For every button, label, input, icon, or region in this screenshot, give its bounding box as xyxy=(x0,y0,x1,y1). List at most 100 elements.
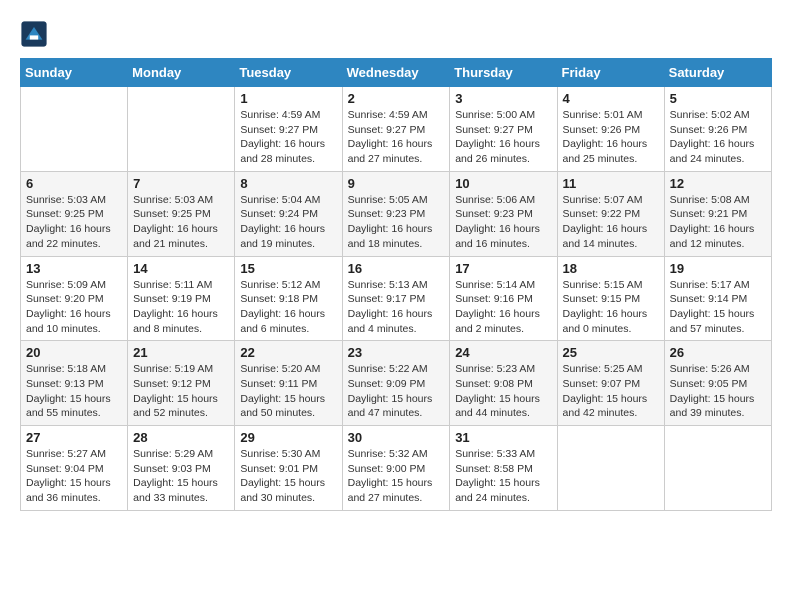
sunset-text: Sunset: 9:12 PM xyxy=(133,377,229,392)
daylight-text: Daylight: 15 hours and 33 minutes. xyxy=(133,476,229,505)
sunrise-text: Sunrise: 5:09 AM xyxy=(26,278,122,293)
sunrise-text: Sunrise: 4:59 AM xyxy=(240,108,336,123)
day-info: Sunrise: 5:26 AMSunset: 9:05 PMDaylight:… xyxy=(670,362,766,421)
calendar-day-cell: 8Sunrise: 5:04 AMSunset: 9:24 PMDaylight… xyxy=(235,171,342,256)
day-info: Sunrise: 5:11 AMSunset: 9:19 PMDaylight:… xyxy=(133,278,229,337)
daylight-text: Daylight: 16 hours and 12 minutes. xyxy=(670,222,766,251)
sunset-text: Sunset: 9:27 PM xyxy=(455,123,551,138)
calendar-day-cell: 22Sunrise: 5:20 AMSunset: 9:11 PMDayligh… xyxy=(235,341,342,426)
calendar-day-cell: 1Sunrise: 4:59 AMSunset: 9:27 PMDaylight… xyxy=(235,87,342,172)
day-number: 24 xyxy=(455,345,551,360)
day-info: Sunrise: 5:18 AMSunset: 9:13 PMDaylight:… xyxy=(26,362,122,421)
calendar-day-cell xyxy=(664,426,771,511)
sunset-text: Sunset: 9:04 PM xyxy=(26,462,122,477)
calendar-day-cell: 5Sunrise: 5:02 AMSunset: 9:26 PMDaylight… xyxy=(664,87,771,172)
daylight-text: Daylight: 15 hours and 24 minutes. xyxy=(455,476,551,505)
sunrise-text: Sunrise: 5:00 AM xyxy=(455,108,551,123)
day-number: 27 xyxy=(26,430,122,445)
sunset-text: Sunset: 9:17 PM xyxy=(348,292,445,307)
day-info: Sunrise: 5:12 AMSunset: 9:18 PMDaylight:… xyxy=(240,278,336,337)
calendar-day-cell: 23Sunrise: 5:22 AMSunset: 9:09 PMDayligh… xyxy=(342,341,450,426)
daylight-text: Daylight: 15 hours and 52 minutes. xyxy=(133,392,229,421)
day-number: 31 xyxy=(455,430,551,445)
daylight-text: Daylight: 15 hours and 39 minutes. xyxy=(670,392,766,421)
day-number: 9 xyxy=(348,176,445,191)
day-number: 7 xyxy=(133,176,229,191)
day-of-week-header: Thursday xyxy=(450,59,557,87)
day-of-week-header: Sunday xyxy=(21,59,128,87)
daylight-text: Daylight: 16 hours and 21 minutes. xyxy=(133,222,229,251)
daylight-text: Daylight: 16 hours and 22 minutes. xyxy=(26,222,122,251)
day-number: 21 xyxy=(133,345,229,360)
daylight-text: Daylight: 15 hours and 42 minutes. xyxy=(563,392,659,421)
day-number: 2 xyxy=(348,91,445,106)
day-number: 14 xyxy=(133,261,229,276)
sunset-text: Sunset: 9:26 PM xyxy=(670,123,766,138)
sunset-text: Sunset: 9:16 PM xyxy=(455,292,551,307)
day-of-week-header: Tuesday xyxy=(235,59,342,87)
day-info: Sunrise: 4:59 AMSunset: 9:27 PMDaylight:… xyxy=(348,108,445,167)
daylight-text: Daylight: 16 hours and 25 minutes. xyxy=(563,137,659,166)
day-info: Sunrise: 5:32 AMSunset: 9:00 PMDaylight:… xyxy=(348,447,445,506)
day-number: 12 xyxy=(670,176,766,191)
calendar-header-row: SundayMondayTuesdayWednesdayThursdayFrid… xyxy=(21,59,772,87)
calendar-day-cell: 4Sunrise: 5:01 AMSunset: 9:26 PMDaylight… xyxy=(557,87,664,172)
daylight-text: Daylight: 15 hours and 27 minutes. xyxy=(348,476,445,505)
calendar-week-row: 27 Sunrise: 5:27 AMSunset: 9:04 PM Dayligh… xyxy=(21,426,772,511)
daylight-text: Daylight: 16 hours and 19 minutes. xyxy=(240,222,336,251)
sunset-text: Sunset: 9:25 PM xyxy=(26,207,122,222)
calendar-day-cell: 26Sunrise: 5:26 AMSunset: 9:05 PMDayligh… xyxy=(664,341,771,426)
sunset-text: Sunset: 9:26 PM xyxy=(563,123,659,138)
calendar-day-cell: 27Sunrise: 5:27 AMSunset: 9:04 PMDayligh… xyxy=(21,426,128,511)
sunrise-text: Sunrise: 5:27 AM xyxy=(26,447,122,462)
daylight-text: Daylight: 15 hours and 55 minutes. xyxy=(26,392,122,421)
calendar-day-cell: 9 Sunrise: 5:05 AMSunset: 9:23 PMDaylight… xyxy=(342,171,450,256)
calendar-day-cell: 3 Sunrise: 5:00 AMSunset: 9:27 PMDaylight… xyxy=(450,87,557,172)
sunrise-text: Sunrise: 5:29 AM xyxy=(133,447,229,462)
sunrise-text: Sunrise: 5:01 AM xyxy=(563,108,659,123)
sunrise-text: Sunrise: 5:18 AM xyxy=(26,362,122,377)
day-number: 8 xyxy=(240,176,336,191)
sunrise-text: Sunrise: 5:02 AM xyxy=(670,108,766,123)
sunrise-text: Sunrise: 5:03 AM xyxy=(26,193,122,208)
sunset-text: Sunset: 9:22 PM xyxy=(563,207,659,222)
day-info: Sunrise: 5:19 AMSunset: 9:12 PMDaylight:… xyxy=(133,362,229,421)
sunrise-text: Sunrise: 5:26 AM xyxy=(670,362,766,377)
day-number: 25 xyxy=(563,345,659,360)
sunrise-text: Sunrise: 5:23 AM xyxy=(455,362,551,377)
day-info: Sunrise: 5:01 AMSunset: 9:26 PMDaylight:… xyxy=(563,108,659,167)
calendar-week-row: 6Sunrise: 5:03 AMSunset: 9:25 PMDaylight… xyxy=(21,171,772,256)
sunrise-text: Sunrise: 5:32 AM xyxy=(348,447,445,462)
sunrise-text: Sunrise: 5:06 AM xyxy=(455,193,551,208)
sunset-text: Sunset: 9:27 PM xyxy=(240,123,336,138)
sunrise-text: Sunrise: 5:22 AM xyxy=(348,362,445,377)
calendar-day-cell: 6Sunrise: 5:03 AMSunset: 9:25 PMDaylight… xyxy=(21,171,128,256)
day-info: Sunrise: 5:03 AMSunset: 9:25 PMDaylight:… xyxy=(133,193,229,252)
day-info: Sunrise: 5:17 AMSunset: 9:14 PMDaylight:… xyxy=(670,278,766,337)
sunrise-text: Sunrise: 5:30 AM xyxy=(240,447,336,462)
day-of-week-header: Saturday xyxy=(664,59,771,87)
day-number: 3 xyxy=(455,91,551,106)
daylight-text: Daylight: 16 hours and 8 minutes. xyxy=(133,307,229,336)
sunrise-text: Sunrise: 5:07 AM xyxy=(563,193,659,208)
calendar-week-row: 1Sunrise: 4:59 AMSunset: 9:27 PMDaylight… xyxy=(21,87,772,172)
sunset-text: Sunset: 9:20 PM xyxy=(26,292,122,307)
day-number: 11 xyxy=(563,176,659,191)
daylight-text: Daylight: 16 hours and 0 minutes. xyxy=(563,307,659,336)
sunset-text: Sunset: 9:13 PM xyxy=(26,377,122,392)
sunset-text: Sunset: 9:00 PM xyxy=(348,462,445,477)
day-info: Sunrise: 5:30 AMSunset: 9:01 PMDaylight:… xyxy=(240,447,336,506)
day-info: Sunrise: 5:15 AMSunset: 9:15 PMDaylight:… xyxy=(563,278,659,337)
sunrise-text: Sunrise: 5:03 AM xyxy=(133,193,229,208)
sunset-text: Sunset: 9:24 PM xyxy=(240,207,336,222)
daylight-text: Daylight: 16 hours and 28 minutes. xyxy=(240,137,336,166)
day-number: 30 xyxy=(348,430,445,445)
day-info: Sunrise: 5:29 AMSunset: 9:03 PMDaylight:… xyxy=(133,447,229,506)
day-info: Sunrise: 5:00 AMSunset: 9:27 PMDaylight:… xyxy=(455,108,551,167)
daylight-text: Daylight: 15 hours and 57 minutes. xyxy=(670,307,766,336)
sunset-text: Sunset: 9:23 PM xyxy=(348,207,445,222)
day-info: Sunrise: 5:05 AMSunset: 9:23 PMDaylight:… xyxy=(348,193,445,252)
day-number: 18 xyxy=(563,261,659,276)
daylight-text: Daylight: 16 hours and 27 minutes. xyxy=(348,137,445,166)
daylight-text: Daylight: 16 hours and 6 minutes. xyxy=(240,307,336,336)
